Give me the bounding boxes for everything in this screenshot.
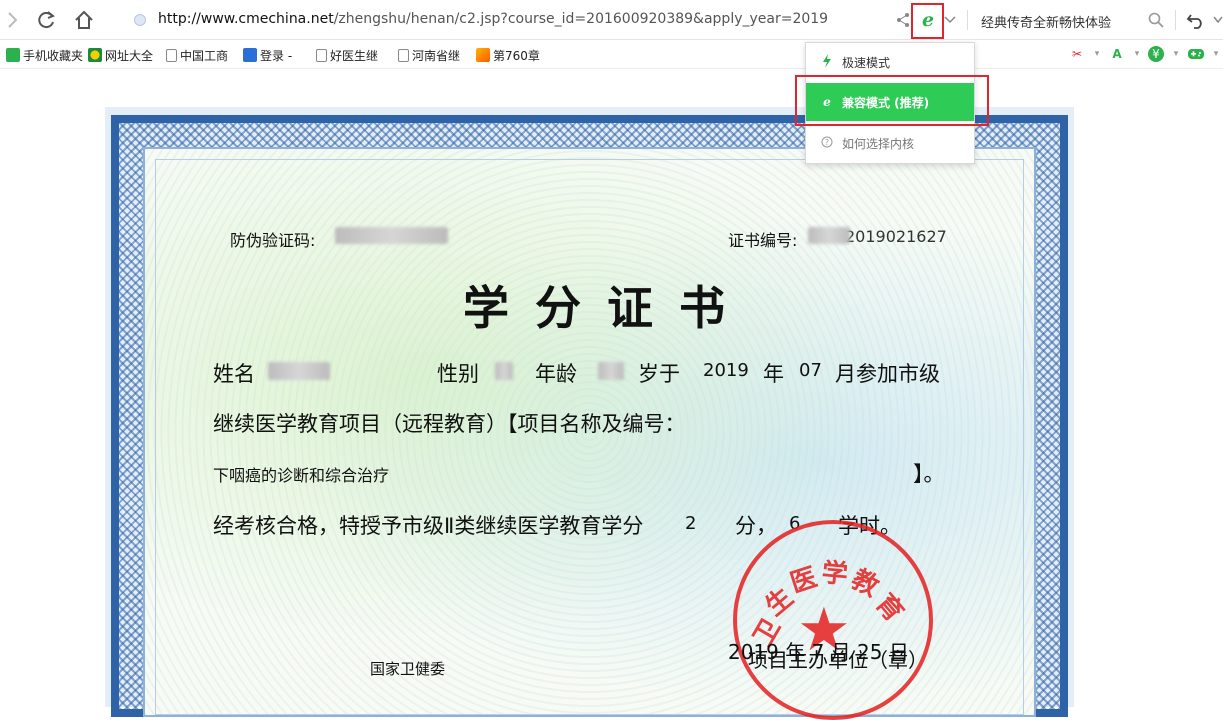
bottom-left-text: 国家卫健委 (370, 660, 446, 678)
chevron-down-icon[interactable] (940, 10, 960, 30)
menu-item-label: 极速模式 (842, 55, 891, 70)
url-path: /zhengshu/henan/c2.jsp?course_id=2016009… (333, 11, 829, 27)
bookmark-label: 好医生继 (330, 48, 379, 63)
site-security-icon[interactable] (134, 14, 146, 26)
divider (1175, 10, 1176, 30)
year-label: 岁于 (638, 362, 680, 386)
page-icon (316, 48, 327, 62)
year-unit: 年 (763, 362, 784, 386)
chevron-down-icon[interactable]: ▾ (1127, 45, 1147, 63)
page-icon (166, 48, 177, 62)
bookmark-item[interactable]: 第760章 (476, 46, 540, 64)
ie-icon: e (823, 95, 831, 109)
chevron-down-icon[interactable]: ▾ (1206, 45, 1223, 63)
engine-mode-menu: 极速模式 e 兼容模式 (推荐) ? 如何选择内核 (805, 42, 975, 164)
redacted-number (808, 227, 850, 244)
chevron-down-icon[interactable]: ▾ (1166, 45, 1186, 63)
credits-value: 2 (685, 513, 697, 534)
chevron-down-icon[interactable]: ▾ (1087, 45, 1107, 63)
url-host: http://www.cmechina.net (158, 11, 334, 27)
ie-engine-icon[interactable]: e (918, 9, 938, 31)
credit-line: 经考核合格，特授予市级Ⅱ类继续医学教育学分 (213, 514, 644, 538)
bookmark-label: 手机收藏夹 (23, 48, 84, 63)
translate-icon[interactable]: A (1107, 45, 1127, 63)
issuer-label: 项目主办单位（章） (748, 648, 928, 672)
bookmark-label: 网址大全 (105, 48, 154, 63)
refresh-icon[interactable] (34, 8, 58, 32)
bookmark-item[interactable]: 登录 - (243, 46, 292, 64)
bookmark-item[interactable]: 河南省继 (398, 46, 460, 64)
menu-item-compat-mode[interactable]: e 兼容模式 (推荐) (806, 83, 974, 121)
bracket-close: 】。 (913, 462, 945, 486)
gender-label: 性别 (437, 362, 479, 386)
help-icon: ? (820, 136, 834, 151)
menu-item-label: 兼容模式 (推荐) (842, 95, 930, 110)
redacted-code (335, 227, 448, 244)
cert-number: 2019021627 (845, 227, 947, 246)
bookmark-label: 登录 - (260, 48, 293, 63)
baidu-icon (243, 48, 257, 62)
page-icon (398, 48, 409, 62)
bookmark-label: 河南省继 (412, 48, 461, 63)
age-label: 年龄 (535, 362, 577, 386)
lightning-icon (820, 53, 834, 71)
home-icon[interactable] (72, 8, 96, 32)
scissors-icon[interactable]: ✂ (1067, 45, 1087, 63)
month-value: 07 (799, 360, 822, 381)
name-label: 姓名 (213, 362, 255, 386)
bookmark-item[interactable]: 手机收藏夹 (6, 46, 83, 64)
browser-toolbar: http://www.cmechina.net/zhengshu/henan/c… (0, 0, 1223, 40)
redacted-age (598, 362, 624, 380)
globe-icon (88, 48, 102, 62)
bookmarks-bar: 手机收藏夹 网址大全 中国工商 登录 - 好医生继 河南省继 第760章 (0, 41, 1223, 69)
year-value: 2019 (703, 360, 749, 381)
phone-icon (6, 48, 20, 62)
cert-number-label: 证书编号: (728, 231, 798, 250)
search-icon[interactable] (1146, 10, 1166, 30)
project-line: 继续医学教育项目（远程教育）【项目名称及编号： (213, 412, 686, 436)
gamepad-icon[interactable] (1186, 45, 1206, 63)
bookmark-item[interactable]: 网址大全 (88, 46, 153, 64)
certificate-title: 学分证书 (463, 281, 751, 335)
bookmark-item[interactable]: 好医生继 (316, 46, 378, 64)
bookmark-item[interactable]: 中国工商 (166, 46, 228, 64)
redacted-gender (495, 362, 513, 380)
chevron-down-icon[interactable] (1208, 10, 1223, 30)
undo-icon[interactable] (1186, 10, 1206, 30)
seal-char: 学 (820, 557, 850, 591)
anti-fake-label: 防伪验证码: (230, 231, 316, 250)
menu-item-speed-mode[interactable]: 极速模式 (806, 43, 974, 81)
bookmark-label: 第760章 (493, 48, 540, 63)
divider (967, 10, 968, 30)
share-icon[interactable] (893, 10, 913, 30)
svg-text:?: ? (825, 138, 829, 147)
fire-icon (476, 48, 490, 62)
month-text: 月参加市级 (835, 362, 940, 386)
address-bar[interactable]: http://www.cmechina.net/zhengshu/henan/c… (158, 11, 828, 27)
menu-item-label: 如何选择内核 (842, 136, 915, 151)
credits-unit: 分， (735, 514, 777, 538)
project-name: 下咽癌的诊断和综合治疗 (213, 466, 390, 485)
yen-icon[interactable]: ¥ (1148, 46, 1164, 62)
search-suggestion[interactable]: 经典传奇全新畅快体验 (981, 12, 1111, 31)
redacted-name (268, 362, 330, 380)
forward-icon[interactable] (0, 8, 24, 32)
bookmark-label: 中国工商 (180, 48, 229, 63)
menu-item-help[interactable]: ? 如何选择内核 (806, 124, 974, 162)
